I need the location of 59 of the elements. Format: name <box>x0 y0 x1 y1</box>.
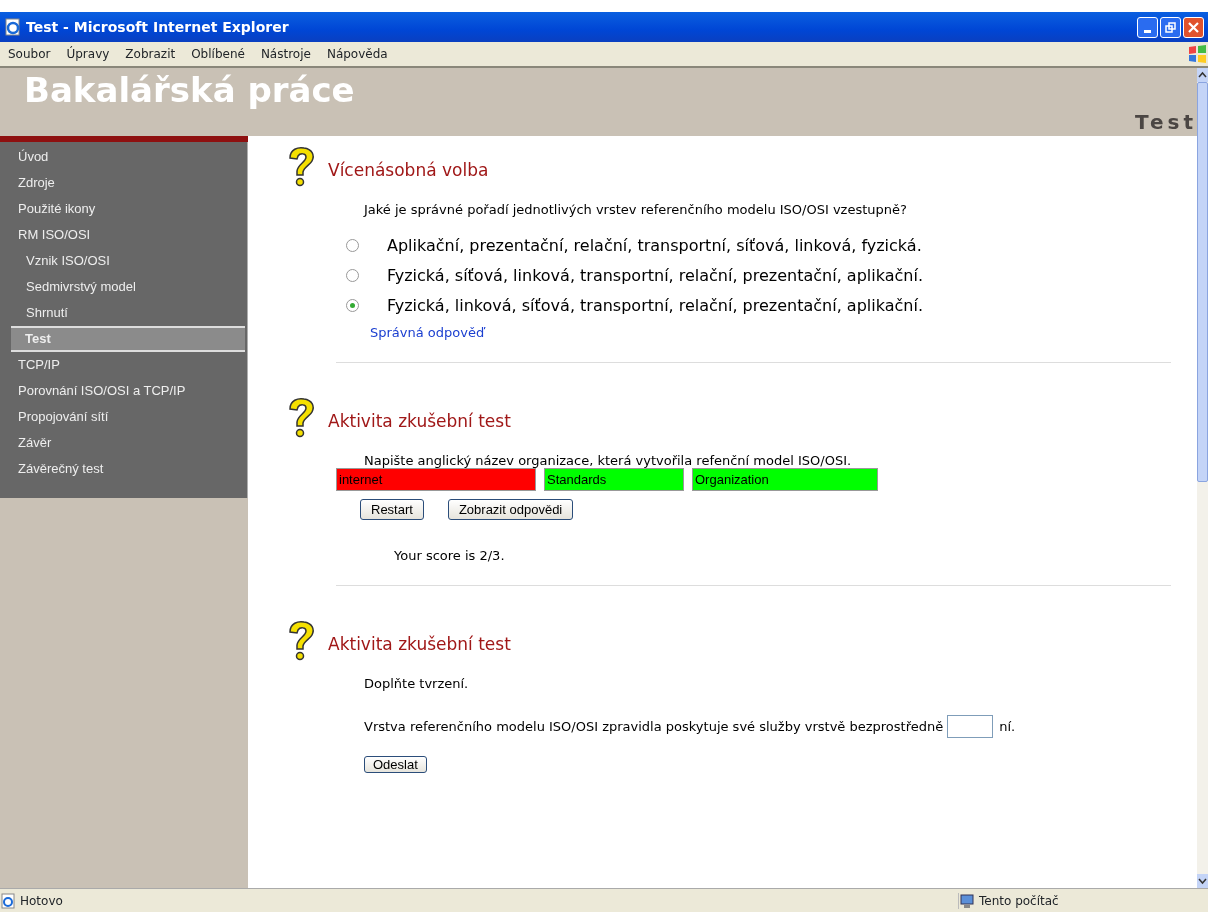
restore-icon <box>1165 21 1176 33</box>
action-button[interactable]: Restart <box>360 499 424 520</box>
page-icon <box>0 892 16 909</box>
menu-item[interactable]: Úpravy <box>58 47 118 61</box>
window-title: Test - Microsoft Internet Explorer <box>26 19 289 35</box>
sidebar-item[interactable]: Test <box>11 326 245 352</box>
radio-button[interactable] <box>346 298 359 312</box>
sidebar-item[interactable]: Sedmivrstvý model <box>0 274 247 300</box>
sidebar-item[interactable]: Vznik ISO/OSI <box>0 248 247 274</box>
fill-in-field[interactable] <box>947 715 994 738</box>
feedback-text: Správná odpověď <box>370 325 487 340</box>
option-label: Aplikační, prezentační, relační, transportní, síťová, linková, fyzická. <box>387 235 922 255</box>
restore-button[interactable] <box>1160 16 1181 38</box>
scroll-down-icon[interactable] <box>1197 874 1208 888</box>
option-label: Fyzická, síťová, linková, transportní, relační, prezentační, aplikační. <box>387 265 923 285</box>
close-button[interactable] <box>1183 16 1204 38</box>
scroll-up-icon[interactable] <box>1197 68 1208 82</box>
sidebar-item[interactable]: TCP/IP <box>0 352 247 378</box>
menu-item[interactable]: Soubor <box>0 47 59 61</box>
score-text: Your score is 2/3. <box>394 548 506 563</box>
sidebar-item[interactable]: Propojování sítí <box>0 404 247 430</box>
answer-field[interactable]: internet <box>336 468 536 491</box>
question-text: Doplňte tvrzení. <box>364 676 470 691</box>
sidebar-item[interactable]: Zdroje <box>0 170 247 196</box>
question-text: Jaké je správné pořadí jednotlivých vrstev referenčního modelu ISO/OSI vzestupně? <box>364 202 908 217</box>
minimize-icon <box>1144 29 1151 33</box>
submit-button[interactable]: Odeslat <box>364 756 427 773</box>
minimize-button[interactable] <box>1137 16 1158 38</box>
sidebar-item[interactable]: Závěr <box>0 430 247 456</box>
sidebar-item[interactable]: Použité ikony <box>0 196 247 222</box>
sentence-text: ní. <box>999 719 1016 734</box>
computer-icon <box>959 892 975 909</box>
action-button[interactable]: Zobrazit odpovědi <box>447 499 574 520</box>
radio-button[interactable] <box>346 268 359 282</box>
sidebar-item[interactable]: Porovnání ISO/OSI a TCP/IP <box>0 378 247 404</box>
activity-title: Aktivita zkušební test <box>328 634 511 654</box>
status-text: Hotovo <box>20 893 63 908</box>
menu-item[interactable]: Nápověda <box>318 47 396 61</box>
sidebar-item[interactable]: Shrnutí <box>0 300 247 326</box>
menu-item[interactable]: Nástroje <box>252 47 319 61</box>
option-label: Fyzická, linková, síťová, transportní, relační, prezentační, aplikační. <box>387 295 923 315</box>
browser-icon <box>4 18 22 36</box>
windows-logo-icon <box>1186 43 1208 65</box>
sidebar-item[interactable]: Závěrečný test <box>0 456 247 482</box>
question-text: Napište anglický název organizace, která vytvořila refenční model ISO/OSI. <box>364 453 853 468</box>
activity-title: Aktivita zkušební test <box>328 411 511 431</box>
radio-button[interactable] <box>346 238 359 252</box>
answer-field[interactable]: Organization <box>692 468 878 491</box>
sidebar-item[interactable]: RM ISO/OSI <box>0 222 247 248</box>
activity-title: Vícenásobná volba <box>328 160 489 180</box>
site-title: Bakalářská práce <box>23 69 355 112</box>
menu-item[interactable]: Oblíbené <box>183 47 253 61</box>
close-icon <box>1188 21 1199 33</box>
sentence-text: Vrstva referenčního modelu ISO/OSI zpravidla poskytuje své služby vrstvě bezprostředně <box>364 719 944 734</box>
zone-text: Tento počítač <box>979 893 1059 908</box>
page-title: Test <box>1135 110 1197 134</box>
sidebar-item[interactable]: Úvod <box>0 144 247 170</box>
answer-field[interactable]: Standards <box>544 468 684 491</box>
menu-item[interactable]: Zobrazit <box>117 47 184 61</box>
